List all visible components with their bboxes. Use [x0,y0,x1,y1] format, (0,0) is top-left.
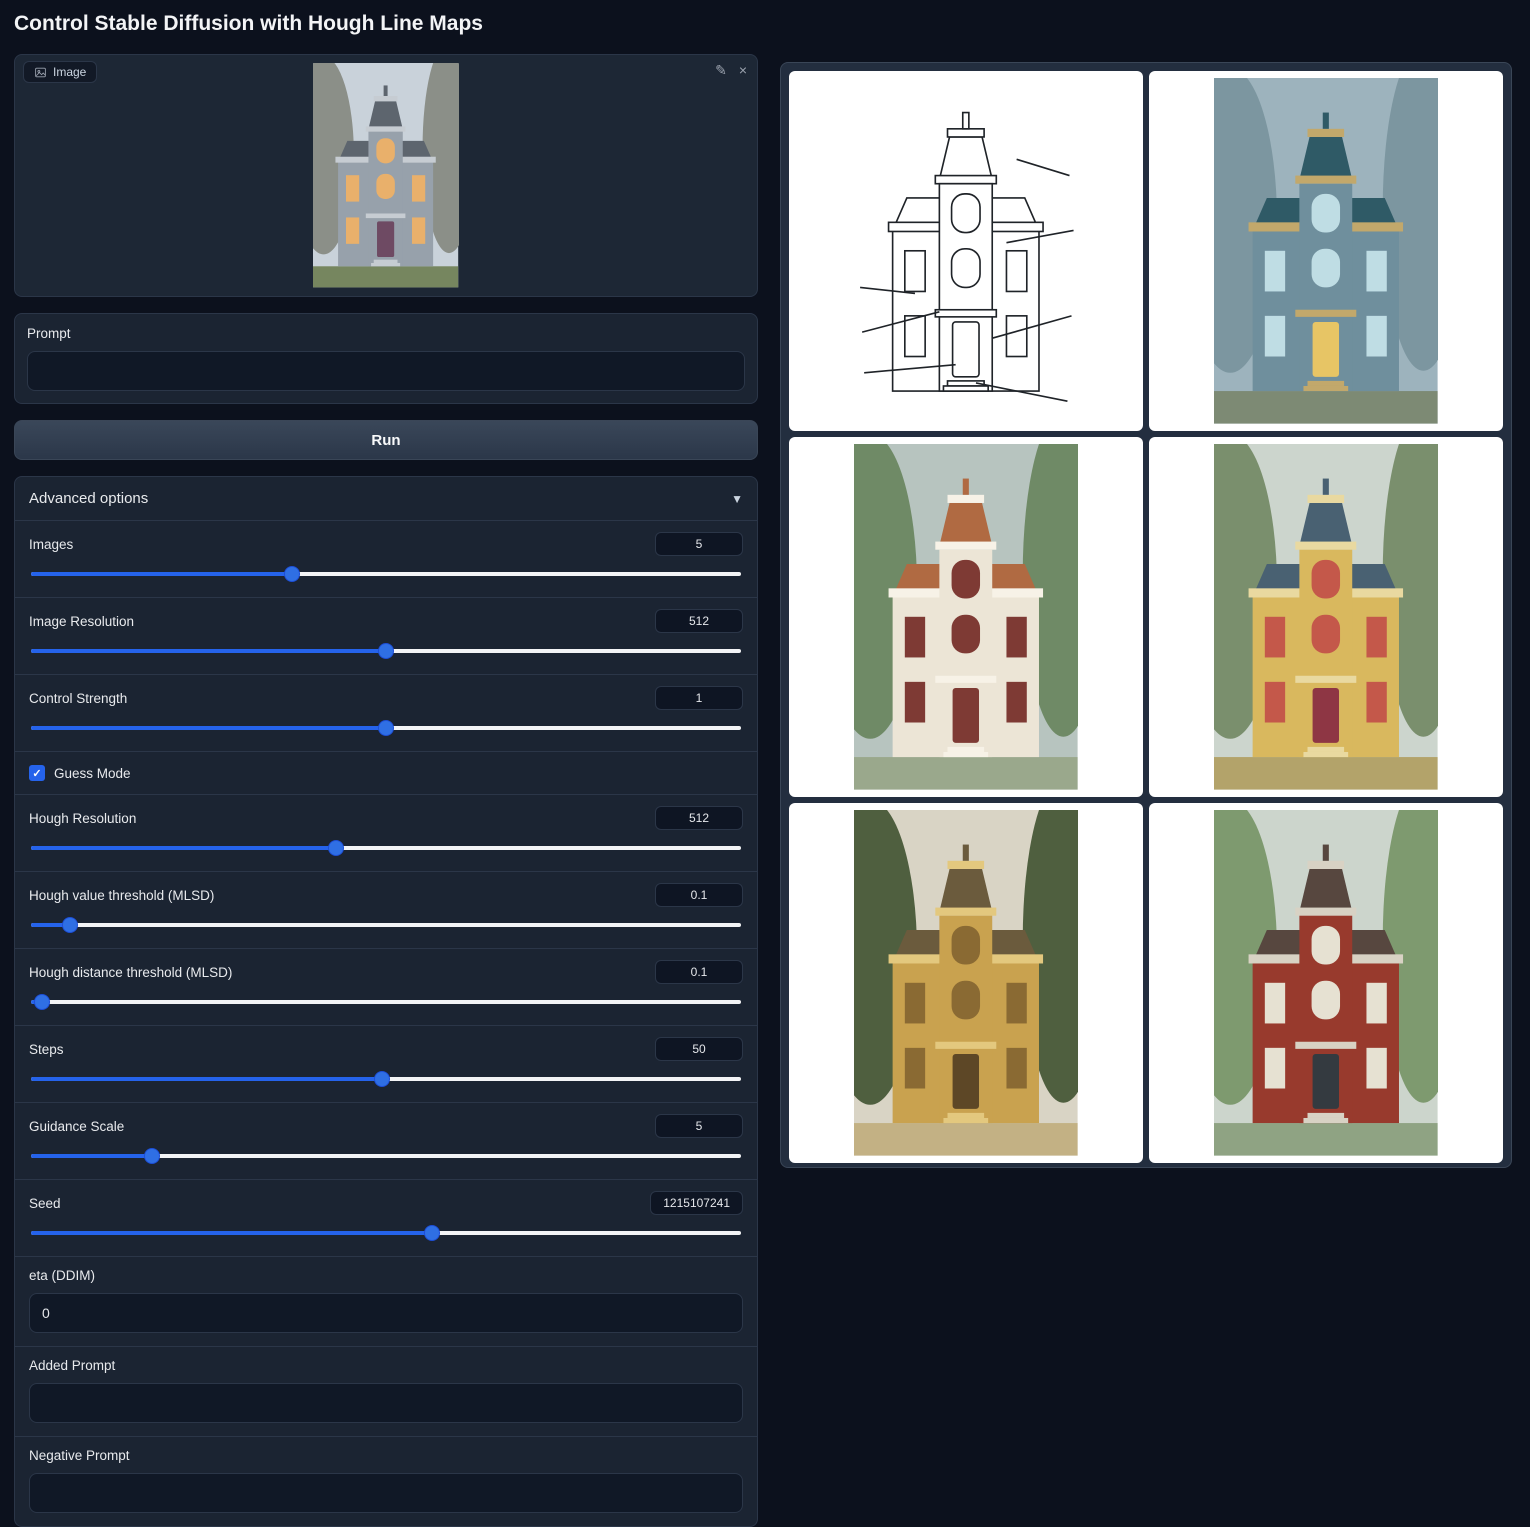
slider-images: Images 5 [15,521,757,597]
slider-label: Guidance Scale [29,1119,124,1134]
guess-mode-label: Guess Mode [54,766,131,781]
added-prompt-label: Added Prompt [29,1358,743,1373]
slider-track[interactable] [31,846,741,850]
chevron-down-icon: ▼ [731,492,743,506]
slider-seed: Seed 1215107241 [15,1180,757,1256]
house-image [854,78,1078,424]
slider-hough-resolution: Hough Resolution 512 [15,795,757,871]
slider-handle[interactable] [285,567,299,581]
gallery-item-result-white-victorian[interactable] [789,437,1143,797]
slider-label: Steps [29,1042,64,1057]
slider-label: Hough value threshold (MLSD) [29,888,214,903]
slider-label: Control Strength [29,691,127,706]
slider-track[interactable] [31,1077,741,1081]
pencil-icon: ✎ [715,62,727,78]
gallery-item-result-yellow-blue-house[interactable] [1149,437,1503,797]
negative-prompt-field: Negative Prompt [15,1437,757,1526]
slider-image-resolution: Image Resolution 512 [15,598,757,674]
image-upload-panel[interactable]: Image ✎ × [14,54,758,297]
slider-value-input[interactable]: 0.1 [655,960,743,984]
slider-value-input[interactable]: 50 [655,1037,743,1061]
gallery-item-result-blue-victorian[interactable] [1149,71,1503,431]
house-image [854,810,1078,1156]
input-column: Image ✎ × [14,54,758,1527]
negative-prompt-label: Negative Prompt [29,1448,743,1463]
slider-guidance-scale: Guidance Scale 5 [15,1103,757,1179]
check-icon: ✓ [32,767,41,780]
slider-value-input[interactable]: 512 [655,806,743,830]
slider-value-input[interactable]: 5 [655,532,743,556]
slider-value-input[interactable]: 512 [655,609,743,633]
input-image-preview[interactable] [313,59,458,293]
slider-track[interactable] [31,1154,741,1158]
gallery-item-result-red-brick-house[interactable] [1149,803,1503,1163]
slider-handle[interactable] [329,841,343,855]
added-prompt-field: Added Prompt [15,1347,757,1436]
slider-track[interactable] [31,649,741,653]
advanced-options-header[interactable]: Advanced options ▼ [15,477,757,520]
slider-label: Hough distance threshold (MLSD) [29,965,232,980]
slider-label: Seed [29,1196,61,1211]
output-gallery [780,62,1512,1168]
eta-label: eta (DDIM) [29,1268,743,1283]
slider-hough-distance-threshold: Hough distance threshold (MLSD) 0.1 [15,949,757,1025]
slider-label: Images [29,537,73,552]
slider-handle[interactable] [375,1072,389,1086]
input-image [15,55,757,296]
gallery-item-hough-line-map[interactable] [789,71,1143,431]
house-image [854,444,1078,790]
slider-value-input[interactable]: 1 [655,686,743,710]
image-icon [34,66,47,79]
advanced-options-panel: Advanced options ▼ Images 5 Image Resolu… [14,476,758,1527]
prompt-label: Prompt [27,326,745,341]
slider-handle[interactable] [145,1149,159,1163]
guess-mode-checkbox[interactable]: ✓ [29,765,45,781]
gallery-grid [789,71,1503,1159]
eta-input[interactable] [29,1293,743,1333]
house-image [1214,810,1438,1156]
slider-label: Hough Resolution [29,811,136,826]
slider-handle[interactable] [35,995,49,1009]
house-image [1214,444,1438,790]
house-image [313,63,458,287]
slider-handle[interactable] [425,1226,439,1240]
page-title: Control Stable Diffusion with Hough Line… [14,12,483,36]
slider-value-input[interactable]: 5 [655,1114,743,1138]
slider-handle[interactable] [63,918,77,932]
slider-track[interactable] [31,726,741,730]
run-button[interactable]: Run [14,420,758,460]
slider-track[interactable] [31,1000,741,1004]
gallery-item-result-ochre-house[interactable] [789,803,1143,1163]
slider-value-input[interactable]: 1215107241 [650,1191,743,1215]
slider-control-strength: Control Strength 1 [15,675,757,751]
slider-handle[interactable] [379,721,393,735]
slider-track[interactable] [31,923,741,927]
prompt-input[interactable] [27,351,745,391]
slider-track[interactable] [31,1231,741,1235]
slider-handle[interactable] [379,644,393,658]
slider-label: Image Resolution [29,614,134,629]
advanced-options-title: Advanced options [29,490,148,507]
slider-hough-value-threshold: Hough value threshold (MLSD) 0.1 [15,872,757,948]
slider-steps: Steps 50 [15,1026,757,1102]
added-prompt-input[interactable] [29,1383,743,1423]
slider-track[interactable] [31,572,741,576]
eta-field: eta (DDIM) [15,1257,757,1346]
slider-value-input[interactable]: 0.1 [655,883,743,907]
prompt-panel: Prompt [14,313,758,404]
close-icon: × [739,62,747,78]
guess-mode-row[interactable]: ✓ Guess Mode [15,752,757,794]
image-label-chip: Image [23,61,97,83]
edit-image-button[interactable]: ✎ [715,63,727,77]
clear-image-button[interactable]: × [739,63,747,77]
image-label: Image [53,65,86,79]
negative-prompt-input[interactable] [29,1473,743,1513]
house-image [1214,78,1438,424]
